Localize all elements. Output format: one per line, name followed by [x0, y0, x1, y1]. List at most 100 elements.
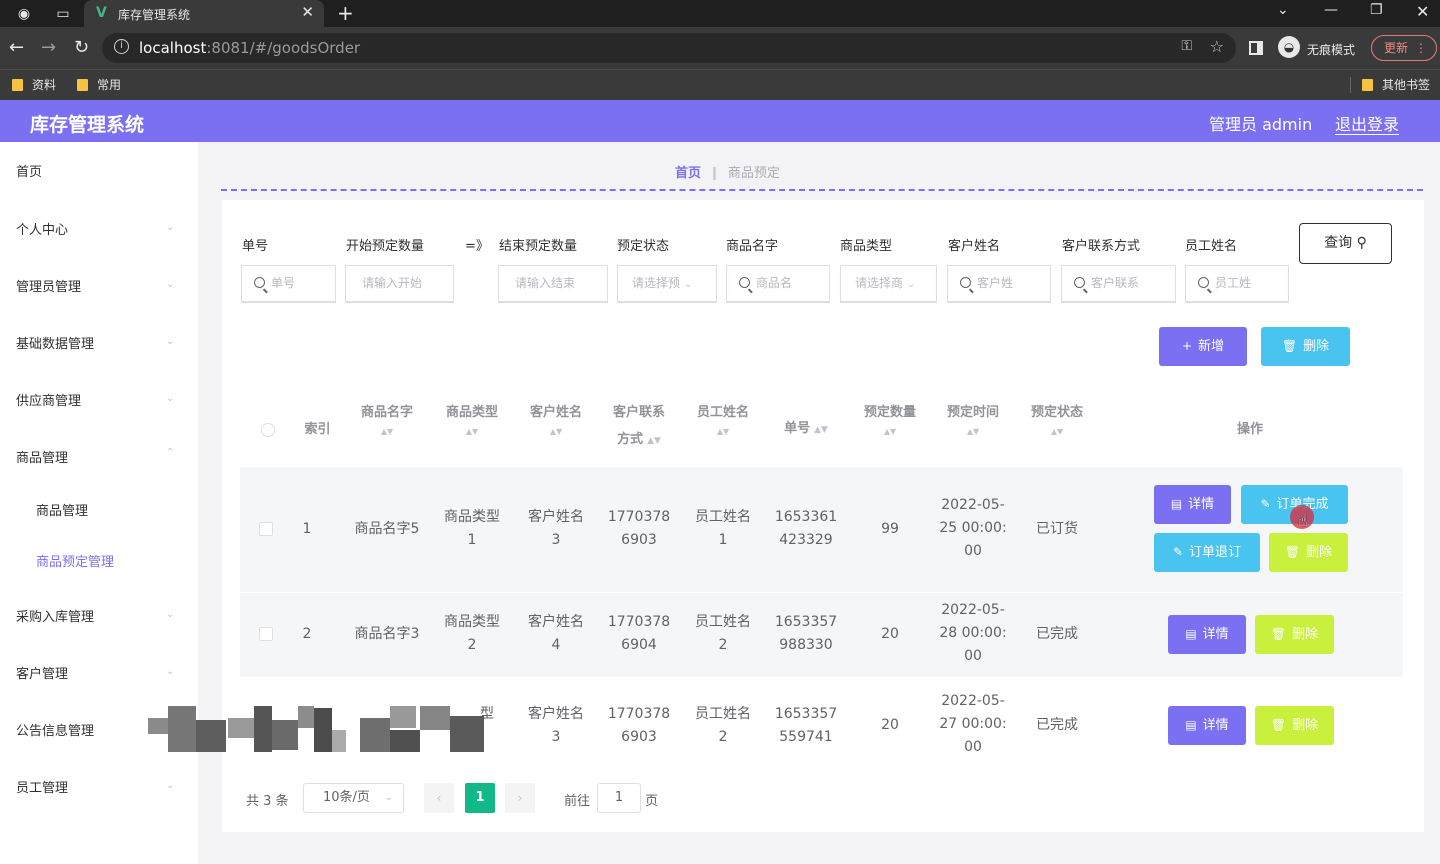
window-close-icon[interactable]: ✕ [1416, 2, 1429, 21]
tab-close-icon[interactable]: ✕ [301, 3, 314, 21]
filter-label-start-qty: 开始预定数量 [346, 239, 425, 254]
forward-arrow-icon[interactable]: → [41, 37, 56, 58]
browser-tab-active[interactable]: V 库存管理系统 ✕ [84, 0, 324, 27]
sort-icon[interactable]: ▲▼ [814, 425, 828, 435]
tab-list-chevron-icon[interactable]: ⌄ [1277, 2, 1289, 18]
col-header-customer-name[interactable]: 客户姓名 ▲▼ [520, 399, 592, 438]
goods-type-select[interactable]: 请选择商 ⌄ [840, 265, 937, 303]
bookmark-folder-2[interactable]: 常用 [77, 76, 121, 93]
cell-goods-name: 商品名字5 [354, 521, 420, 537]
edit-icon: ✎ [1172, 545, 1184, 559]
password-key-icon[interactable]: ⚿ [1181, 38, 1192, 54]
incognito-icon[interactable]: ◒ [1278, 36, 1300, 58]
batch-delete-button[interactable]: 🗑 删除 [1261, 327, 1350, 366]
sort-icon[interactable]: ▲▼ [937, 426, 1009, 438]
sidebar-item-staff[interactable]: 员工管理 [16, 777, 68, 796]
restore-icon[interactable]: ❐ [1370, 2, 1383, 18]
detail-button[interactable]: ▤ 详情 [1168, 706, 1246, 745]
col-header-goods-type[interactable]: 商品类型 ▲▼ [436, 399, 508, 438]
breadcrumb-separator-icon: ❙ [709, 166, 720, 181]
trash-icon: 🗑 [1284, 545, 1301, 559]
page-size-select[interactable]: 10条/页 ⌄ [303, 783, 404, 813]
sidebar-item-basic-data[interactable]: 基础数据管理 [16, 333, 94, 352]
col-header-goods-name[interactable]: 商品名字 ▲▼ [351, 399, 423, 438]
sidebar-item-notice[interactable]: 公告信息管理 [16, 720, 94, 739]
sidebar-item-profile[interactable]: 个人中心 [16, 219, 68, 238]
staff-name-input[interactable]: 员工姓 [1185, 265, 1289, 303]
prev-page-icon[interactable]: ‹ [424, 783, 454, 813]
site-info-icon[interactable]: i [114, 39, 129, 54]
page-number-active[interactable]: 1 [465, 783, 495, 813]
status-select[interactable]: 请选择预 ⌄ [617, 265, 717, 303]
search-icon [739, 277, 750, 288]
customer-contact-input[interactable]: 客户联系 [1061, 265, 1176, 303]
chevron-down-icon: ⌄ [384, 792, 393, 803]
browser-profile-icon[interactable]: ◉ [14, 4, 34, 24]
order-no-input[interactable]: 单号 [241, 265, 336, 303]
col-header-time[interactable]: 预定时间 ▲▼ [937, 399, 1009, 438]
sort-icon[interactable]: ▲▼ [647, 436, 661, 446]
row-delete-button[interactable]: 🗑 删除 [1255, 615, 1334, 654]
bookmark-folder-1[interactable]: 资料 [12, 76, 56, 93]
app-title: 库存管理系统 [30, 114, 145, 136]
logout-link[interactable]: 退出登录 [1335, 111, 1399, 135]
end-qty-input[interactable]: 请输入结束 [498, 265, 608, 303]
other-bookmarks[interactable]: 其他书签 [1362, 76, 1430, 93]
sidebar-item-admin[interactable]: 管理员管理 [16, 276, 81, 295]
col-header-order-no[interactable]: 单号 ▲▼ [766, 415, 846, 444]
add-button[interactable]: + 新增 [1159, 327, 1247, 366]
detail-button[interactable]: ▤ 详情 [1154, 485, 1231, 524]
detail-button[interactable]: ▤ 详情 [1168, 615, 1246, 654]
more-menu-icon[interactable]: ⋮ [1415, 36, 1427, 60]
sort-icon[interactable]: ▲▼ [351, 426, 423, 438]
goto-page-input[interactable]: 1 [597, 783, 641, 813]
col-header-quantity[interactable]: 预定数量 ▲▼ [854, 399, 926, 438]
row-delete-button[interactable]: 🗑 删除 [1255, 706, 1334, 745]
next-page-icon[interactable]: › [505, 783, 535, 813]
cell-quantity: 20 [881, 626, 899, 642]
sidebar-item-customer[interactable]: 客户管理 [16, 663, 68, 682]
sidebar-subitem-goods-order[interactable]: 商品预定管理 [36, 551, 114, 570]
sort-icon[interactable]: ▲▼ [1021, 426, 1093, 438]
sort-icon[interactable]: ▲▼ [854, 426, 926, 438]
customer-name-input[interactable]: 客户姓 [947, 265, 1051, 303]
cancel-order-button[interactable]: ✎ 订单退订 [1154, 533, 1260, 572]
sidebar-item-home[interactable]: 首页 [16, 161, 42, 180]
row-checkbox[interactable] [259, 522, 273, 536]
sort-icon[interactable]: ▲▼ [520, 426, 592, 438]
chevron-down-icon: ⌄ [166, 609, 175, 620]
address-bar[interactable]: i localhost:8081/#/goodsOrder ⚿ ☆ [102, 33, 1236, 63]
sort-icon[interactable]: ▲▼ [436, 426, 508, 438]
tab-search-icon[interactable]: ▭ [53, 4, 73, 24]
start-qty-input[interactable]: 请输入开始 [345, 265, 454, 303]
query-button[interactable]: 查询 ⚲ [1299, 223, 1392, 264]
goods-name-input[interactable]: 商品名 [726, 265, 830, 303]
col-header-customer-contact[interactable]: 客户联系 方式 ▲▼ [603, 399, 675, 455]
select-all-checkbox[interactable] [261, 423, 275, 437]
trash-icon: 🗑 [1281, 339, 1298, 353]
bookmark-star-icon[interactable]: ☆ [1210, 37, 1224, 56]
search-icon [254, 277, 265, 288]
row-checkbox[interactable] [259, 627, 273, 641]
col-header-status[interactable]: 预定状态 ▲▼ [1021, 399, 1093, 438]
cell-order-no: 1653361 423329 [774, 509, 838, 548]
cell-customer-contact: 1770378 6904 [607, 614, 671, 653]
sidebar-subitem-goods-manage[interactable]: 商品管理 [36, 500, 88, 519]
reload-icon[interactable]: ↻ [74, 37, 89, 58]
col-header-staff-name[interactable]: 员工姓名 ▲▼ [687, 399, 759, 438]
folder-icon [77, 79, 88, 91]
back-arrow-icon[interactable]: ← [9, 37, 24, 58]
sidebar-item-goods[interactable]: 商品管理 [16, 447, 68, 466]
side-panel-icon[interactable] [1249, 41, 1263, 55]
breadcrumb-home[interactable]: 首页 [675, 166, 701, 181]
row-delete-button[interactable]: 🗑 删除 [1269, 533, 1348, 572]
document-icon: ▤ [1185, 718, 1197, 732]
url-text[interactable]: localhost:8081/#/goodsOrder [139, 39, 360, 57]
new-tab-icon[interactable]: + [337, 1, 354, 25]
update-button[interactable]: 更新 ⋮ [1371, 35, 1437, 61]
goto-label: 前往 [564, 794, 591, 809]
sidebar-item-supplier[interactable]: 供应商管理 [16, 390, 81, 409]
minimize-icon[interactable]: — [1324, 2, 1338, 18]
sort-icon[interactable]: ▲▼ [687, 426, 759, 438]
sidebar-item-purchase[interactable]: 采购入库管理 [16, 606, 94, 625]
